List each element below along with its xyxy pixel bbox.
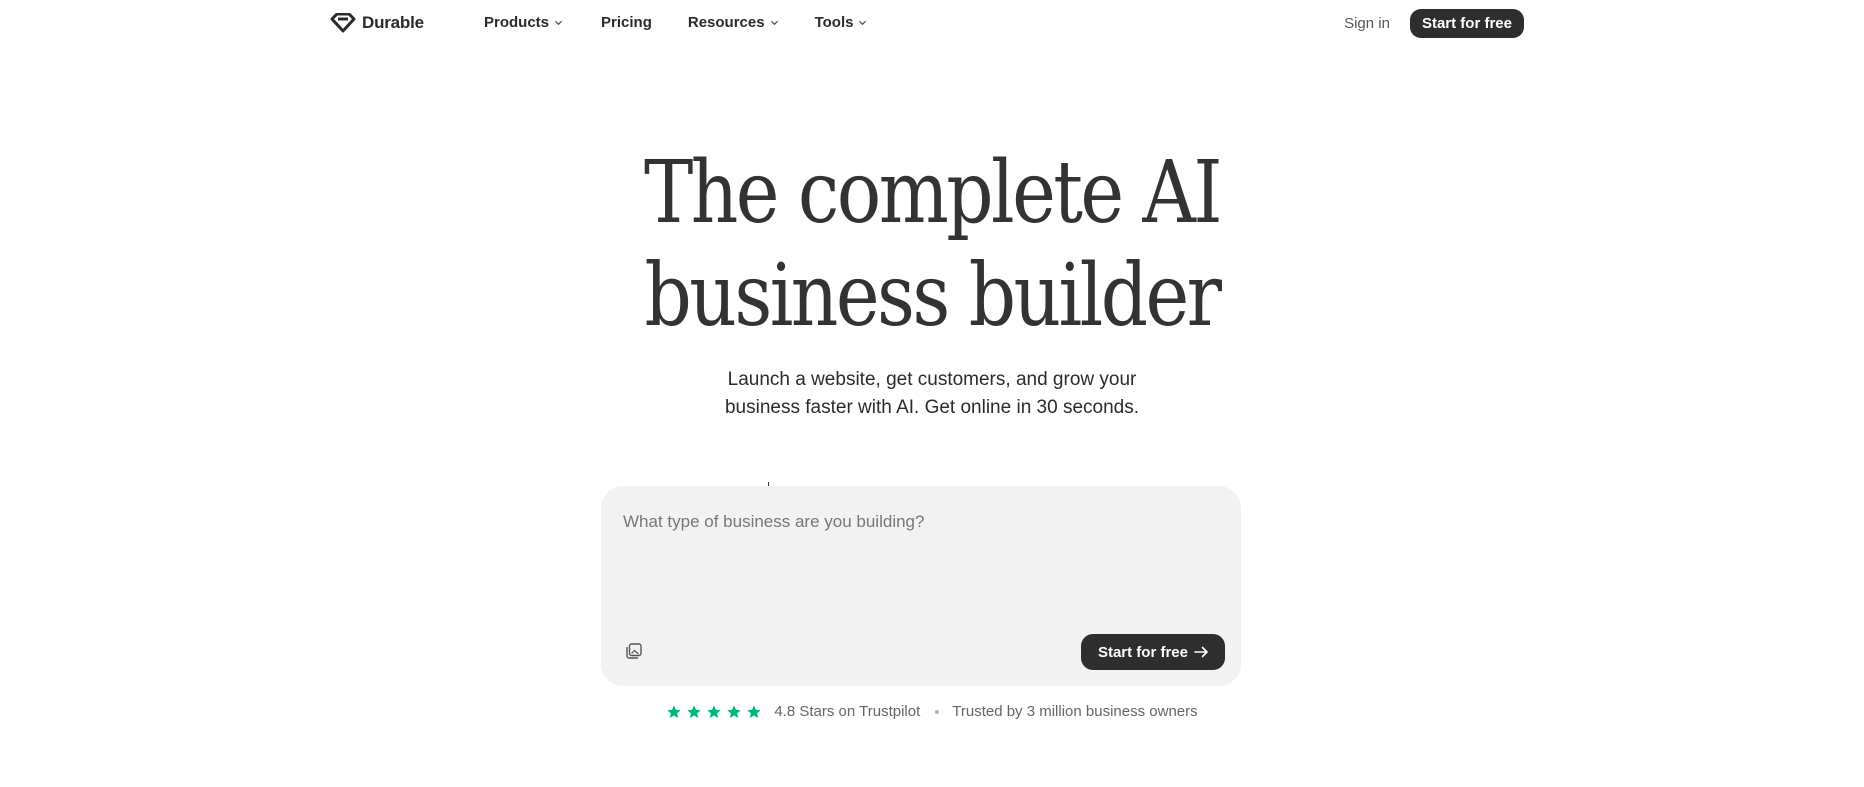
nav-actions: Sign in Start for free	[1344, 9, 1524, 38]
star-icon	[727, 704, 742, 718]
nav-item-label: Products	[484, 14, 550, 31]
attach-image-icon[interactable]	[625, 642, 643, 660]
nav-item-resources[interactable]: Resources	[688, 14, 779, 31]
chevron-down-icon	[859, 20, 867, 26]
prompt-start-for-free-button[interactable]: Start for free	[1080, 634, 1225, 670]
chevron-down-icon	[770, 20, 778, 26]
star-icon	[667, 704, 682, 718]
nav-item-label: Pricing	[601, 14, 652, 31]
trust-bar: 4.8 Stars on Trustpilot Trusted by 3 mil…	[0, 703, 1864, 720]
chevron-down-icon	[554, 20, 563, 26]
hero-title-line: The complete AI	[643, 143, 1223, 243]
top-navigation: Durable Products Pricing Resources Tools…	[0, 0, 1864, 46]
trusted-by-text: Trusted by 3 million business owners	[952, 703, 1198, 720]
trustpilot-rating-text: 4.8 Stars on Trustpilot	[774, 703, 921, 720]
nav-item-products[interactable]: Products	[484, 14, 563, 31]
star-icon	[747, 704, 762, 718]
sign-in-link[interactable]: Sign in	[1344, 15, 1390, 32]
business-prompt-box: Start for free	[601, 486, 1241, 686]
star-icon	[687, 704, 702, 718]
star-icon	[707, 704, 722, 718]
brand-name: Durable	[362, 13, 424, 32]
separator-dot	[935, 709, 940, 714]
hero-subtitle: Launch a website, get customers, and gro…	[0, 366, 1864, 422]
arrow-right-icon	[1194, 646, 1208, 658]
main-menu: Products Pricing Resources Tools	[484, 14, 867, 31]
prompt-cta-label: Start for free	[1097, 643, 1188, 661]
nav-item-pricing[interactable]: Pricing	[601, 14, 652, 31]
nav-item-tools[interactable]: Tools	[815, 14, 868, 31]
durable-logo-icon	[330, 13, 356, 33]
start-for-free-button[interactable]: Start for free	[1409, 9, 1524, 38]
business-type-input[interactable]	[623, 512, 1213, 612]
nav-item-label: Resources	[687, 14, 765, 31]
hero-subtitle-line: business faster with AI. Get online in 3…	[724, 397, 1139, 418]
trustpilot-stars	[666, 704, 766, 720]
brand-logo[interactable]: Durable	[330, 13, 424, 33]
nav-item-label: Tools	[814, 14, 854, 31]
hero-title: The complete AI business builder	[130, 142, 1733, 348]
hero-title-line: business builder	[644, 246, 1222, 346]
hero-subtitle-line: Launch a website, get customers, and gro…	[727, 369, 1137, 390]
